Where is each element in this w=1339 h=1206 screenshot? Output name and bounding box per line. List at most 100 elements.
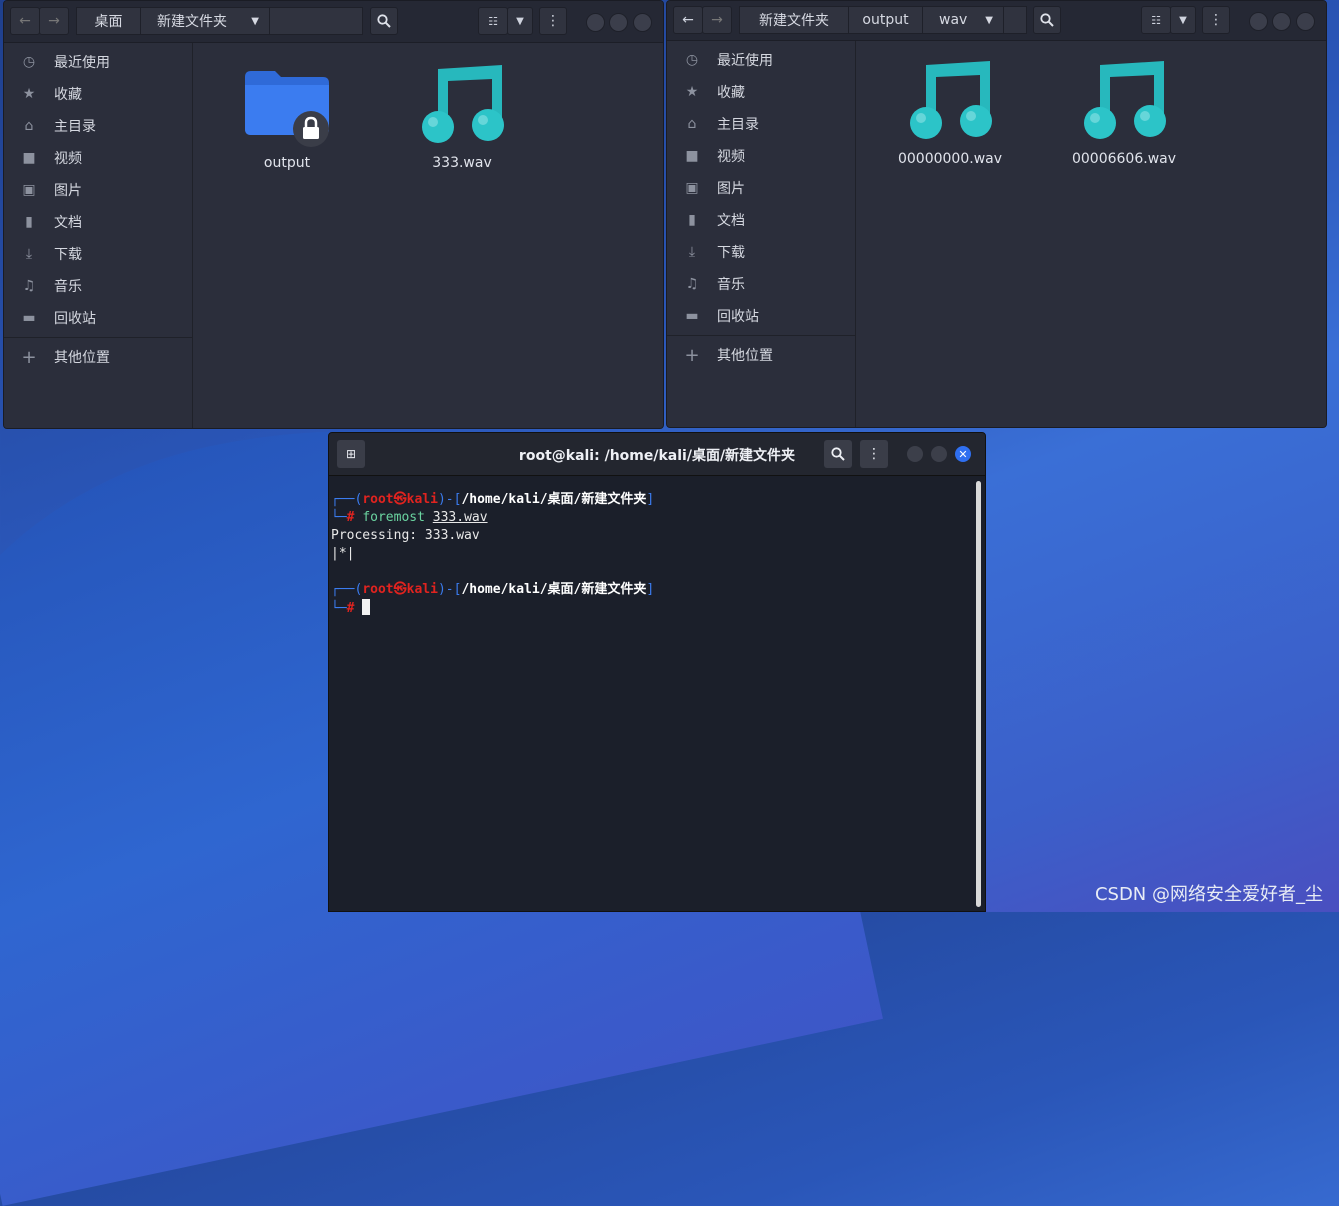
trash-icon: ▬ [685,308,699,324]
search-icon [831,447,845,461]
output-line: |*| [331,546,355,561]
file-name: 00000000.wav [897,151,1003,167]
sidebar-item-label: 音乐 [54,279,82,295]
scrollbar[interactable] [976,481,981,907]
watermark-text: CSDN @网络安全爱好者_尘 [1094,884,1323,905]
text-cursor [362,599,371,615]
download-icon: ⤓ [25,246,33,262]
sidebar-item-label: 收藏 [54,87,82,103]
file-manager-window-left: ← → 桌面 新建文件夹 ▼ ☷ ▼ ⋮ ◷ 最近使用 ★ 收藏 ⌂ 主目录 ■ 视频 … [3,0,664,429]
header-bar: ← → 新建文件夹 output wav ▼ ☷ ▼ ⋮ [667,1,1326,41]
maximize-button[interactable] [609,13,628,32]
close-button[interactable]: ✕ [955,446,971,462]
close-button[interactable] [633,13,652,32]
menu-button[interactable]: ⋮ [860,440,888,468]
breadcrumb-parent[interactable]: 新建文件夹 [739,6,849,34]
sidebar-item-label: 视频 [54,151,82,167]
sidebar-item-home[interactable]: ⌂ 主目录 [667,108,855,140]
minimize-button[interactable] [1249,12,1268,31]
maximize-button[interactable] [931,446,947,462]
terminal-output[interactable]: ┌──(root㉿kali)-[/home/kali/桌面/新建文件夹] └─# … [331,491,971,911]
file-name: 00006606.wav [1071,151,1177,167]
audio-file-icon [1084,61,1166,139]
audio-file-icon [422,65,504,143]
file-manager-window-right: ← → 新建文件夹 output wav ▼ ☷ ▼ ⋮ ◷ 最近使用 ★ 收藏 ⌂… [666,0,1327,428]
menu-button[interactable]: ⋮ [539,7,567,35]
forward-button[interactable]: → [702,6,732,34]
menu-button[interactable]: ⋮ [1202,6,1230,34]
sidebar-item-music[interactable]: ♫ 音乐 [4,270,192,302]
sidebar-item-downloads[interactable]: ⤓ 下载 [4,238,192,270]
music-icon: ♫ [22,278,36,294]
sidebar-item-pictures[interactable]: ▣ 图片 [667,172,855,204]
breadcrumb-desktop[interactable]: 桌面 [76,7,141,35]
chevron-down-icon: ▼ [251,15,259,27]
file-item-output-folder[interactable]: output [227,67,347,171]
list-view-icon: ☷ [1151,13,1161,27]
sidebar-item-starred[interactable]: ★ 收藏 [667,76,855,108]
kebab-menu-icon: ⋮ [546,13,560,29]
sidebar-item-other-locations[interactable]: + 其他位置 [667,339,855,371]
sidebar-item-documents[interactable]: ▮ 文档 [667,204,855,236]
forward-button[interactable]: → [39,7,69,35]
video-icon: ■ [685,148,699,164]
sidebar-item-documents[interactable]: ▮ 文档 [4,206,192,238]
sidebar-item-trash[interactable]: ▬ 回收站 [4,302,192,334]
arrow-left-icon: ← [682,12,694,28]
sidebar-item-home[interactable]: ⌂ 主目录 [4,110,192,142]
breadcrumb-empty [269,7,363,35]
clock-icon: ◷ [685,52,699,68]
minimize-button[interactable] [907,446,923,462]
sidebar-item-recent[interactable]: ◷ 最近使用 [4,46,192,78]
sidebar-item-label: 最近使用 [717,53,773,69]
breadcrumb-current[interactable]: wav ▼ [922,6,1004,34]
file-item-00000000-wav[interactable]: 00000000.wav [890,57,1010,167]
search-icon [377,14,391,28]
sidebar-item-recent[interactable]: ◷ 最近使用 [667,44,855,76]
maximize-button[interactable] [1272,12,1291,31]
sidebar-item-other-locations[interactable]: + 其他位置 [4,341,192,373]
kebab-menu-icon: ⋮ [867,446,881,462]
close-button[interactable] [1296,12,1315,31]
back-button[interactable]: ← [10,7,40,35]
sidebar-item-downloads[interactable]: ⤓ 下载 [667,236,855,268]
star-icon: ★ [22,86,36,102]
sidebar-divider [4,337,192,338]
image-icon: ▣ [22,182,36,198]
breadcrumb-output[interactable]: output [848,6,923,34]
command-line: └─# [331,599,971,618]
output-line: Processing: 333.wav [331,528,480,543]
sidebar-item-label: 下载 [717,245,745,261]
document-icon: ▮ [25,214,33,230]
sidebar-item-pictures[interactable]: ▣ 图片 [4,174,192,206]
search-icon [1040,13,1054,27]
search-button[interactable] [370,7,398,35]
view-options-button[interactable]: ▼ [1170,6,1196,34]
clock-icon: ◷ [22,54,36,70]
arrow-left-icon: ← [19,13,31,29]
sidebar-item-videos[interactable]: ■ 视频 [4,142,192,174]
view-options-button[interactable]: ▼ [507,7,533,35]
file-item-333-wav[interactable]: 333.wav [402,61,522,171]
sidebar-item-music[interactable]: ♫ 音乐 [667,268,855,300]
view-list-button[interactable]: ☷ [478,7,508,35]
star-icon: ★ [685,84,699,100]
sidebar-item-label: 视频 [717,149,745,165]
view-list-button[interactable]: ☷ [1141,6,1171,34]
sidebar-item-trash[interactable]: ▬ 回收站 [667,300,855,332]
terminal-window: ⊞ root@kali: /home/kali/桌面/新建文件夹 ⋮ ✕ ┌──… [328,432,986,912]
back-button[interactable]: ← [673,6,703,34]
file-view: output 333.wav [193,43,663,428]
prompt-line: ┌──(root㉿kali)-[/home/kali/桌面/新建文件夹] [331,492,655,507]
sidebar-item-starred[interactable]: ★ 收藏 [4,78,192,110]
breadcrumb-current[interactable]: 新建文件夹 ▼ [140,7,270,35]
arrow-right-icon: → [48,13,60,29]
minimize-button[interactable] [586,13,605,32]
close-icon: ✕ [958,447,968,461]
search-button[interactable] [1033,6,1061,34]
header-bar: ← → 桌面 新建文件夹 ▼ ☷ ▼ ⋮ [4,1,663,43]
sidebar-item-videos[interactable]: ■ 视频 [667,140,855,172]
file-item-00006606-wav[interactable]: 00006606.wav [1064,57,1184,167]
sidebar-item-label: 收藏 [717,85,745,101]
search-button[interactable] [824,440,852,468]
